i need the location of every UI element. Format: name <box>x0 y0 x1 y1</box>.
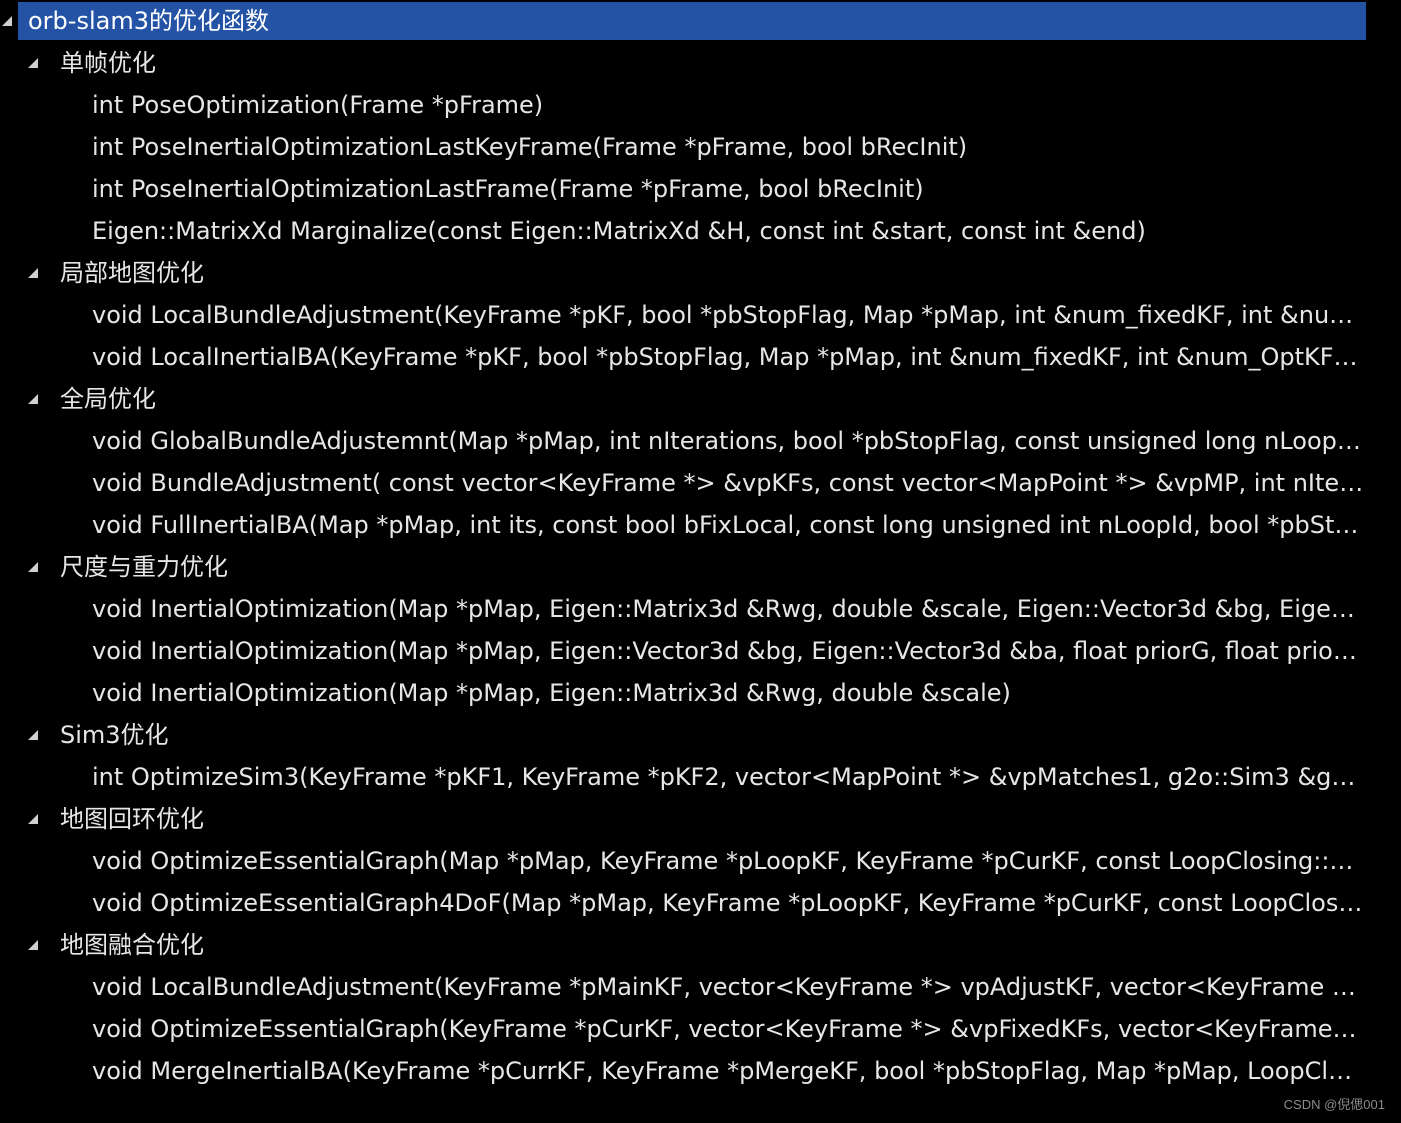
tree-leaf-node[interactable]: void BundleAdjustment( const vector<KeyF… <box>0 462 1401 504</box>
tree-leaf-node[interactable]: int PoseInertialOptimizationLastFrame(Fr… <box>0 168 1401 210</box>
tree-leaf-node[interactable]: void GlobalBundleAdjustemnt(Map *pMap, i… <box>0 420 1401 462</box>
tree-leaf-node[interactable]: void OptimizeEssentialGraph4DoF(Map *pMa… <box>0 882 1401 924</box>
expanded-triangle-icon[interactable] <box>26 714 42 756</box>
tree-leaf-label: void OptimizeEssentialGraph4DoF(Map *pMa… <box>92 889 1364 917</box>
tree-group-node[interactable]: Sim3优化 <box>0 714 1401 756</box>
tree-leaf-label: void OptimizeEssentialGraph(Map *pMap, K… <box>92 847 1364 875</box>
tree-group-node[interactable]: 局部地图优化 <box>0 252 1401 294</box>
tree-group-node[interactable]: 地图回环优化 <box>0 798 1401 840</box>
tree-leaf-node[interactable]: void MergeInertialBA(KeyFrame *pCurrKF, … <box>0 1050 1401 1092</box>
tree-leaf-node[interactable]: void InertialOptimization(Map *pMap, Eig… <box>0 588 1401 630</box>
tree-leaf-node[interactable]: void InertialOptimization(Map *pMap, Eig… <box>0 630 1401 672</box>
tree-leaf-label: void InertialOptimization(Map *pMap, Eig… <box>92 679 1011 707</box>
tree-leaf-node[interactable]: int PoseInertialOptimizationLastKeyFrame… <box>0 126 1401 168</box>
tree-leaf-label: void MergeInertialBA(KeyFrame *pCurrKF, … <box>92 1057 1364 1085</box>
tree-leaf-label: void BundleAdjustment( const vector<KeyF… <box>92 469 1364 497</box>
tree-leaf-label: void LocalInertialBA(KeyFrame *pKF, bool… <box>92 343 1364 371</box>
tree-group-node[interactable]: 地图融合优化 <box>0 924 1401 966</box>
tree-leaf-label: int PoseInertialOptimizationLastFrame(Fr… <box>92 175 924 203</box>
tree-leaf-label: void LocalBundleAdjustment(KeyFrame *pKF… <box>92 301 1364 329</box>
expanded-triangle-icon[interactable] <box>26 378 42 420</box>
expanded-triangle-icon[interactable] <box>26 42 42 84</box>
expanded-triangle-icon[interactable] <box>26 924 42 966</box>
tree-leaf-node[interactable]: int PoseOptimization(Frame *pFrame) <box>0 84 1401 126</box>
expanded-triangle-icon[interactable] <box>0 0 18 42</box>
tree-root-label: orb-slam3的优化函数 <box>28 7 269 35</box>
tree-group-label: 全局优化 <box>60 385 156 413</box>
tree-leaf-label: void GlobalBundleAdjustemnt(Map *pMap, i… <box>92 427 1364 455</box>
tree-leaf-label: void LocalBundleAdjustment(KeyFrame *pMa… <box>92 973 1364 1001</box>
tree-group-node[interactable]: 全局优化 <box>0 378 1401 420</box>
expanded-triangle-icon[interactable] <box>26 798 42 840</box>
tree-leaf-node[interactable]: void OptimizeEssentialGraph(Map *pMap, K… <box>0 840 1401 882</box>
tree-group-node[interactable]: 尺度与重力优化 <box>0 546 1401 588</box>
tree-leaf-label: void FullInertialBA(Map *pMap, int its, … <box>92 511 1364 539</box>
tree-leaf-label: Eigen::MatrixXd Marginalize(const Eigen:… <box>92 217 1146 245</box>
tree-group-label: 地图回环优化 <box>60 805 204 833</box>
tree-root-node[interactable]: orb-slam3的优化函数 <box>0 0 1401 42</box>
tree-leaf-node[interactable]: void OptimizeEssentialGraph(KeyFrame *pC… <box>0 1008 1401 1050</box>
tree-leaf-label: int OptimizeSim3(KeyFrame *pKF1, KeyFram… <box>92 763 1364 791</box>
tree-leaf-node[interactable]: void LocalBundleAdjustment(KeyFrame *pMa… <box>0 966 1401 1008</box>
expanded-triangle-icon[interactable] <box>26 546 42 588</box>
tree-group-label: 局部地图优化 <box>60 259 204 287</box>
tree-leaf-node[interactable]: void LocalBundleAdjustment(KeyFrame *pKF… <box>0 294 1401 336</box>
tree-group-label: 单帧优化 <box>60 49 156 77</box>
outline-tree: orb-slam3的优化函数 单帧优化 int PoseOptimization(… <box>0 0 1401 1092</box>
tree-leaf-node[interactable]: int OptimizeSim3(KeyFrame *pKF1, KeyFram… <box>0 756 1401 798</box>
tree-leaf-node[interactable]: Eigen::MatrixXd Marginalize(const Eigen:… <box>0 210 1401 252</box>
watermark: CSDN @倪偲001 <box>1283 1097 1385 1112</box>
tree-leaf-node[interactable]: void InertialOptimization(Map *pMap, Eig… <box>0 672 1401 714</box>
tree-group-label: 尺度与重力优化 <box>60 553 228 581</box>
tree-group-label: Sim3优化 <box>60 721 169 749</box>
tree-leaf-label: void OptimizeEssentialGraph(KeyFrame *pC… <box>92 1015 1364 1043</box>
tree-leaf-label: void InertialOptimization(Map *pMap, Eig… <box>92 637 1364 665</box>
tree-group-label: 地图融合优化 <box>60 931 204 959</box>
expanded-triangle-icon[interactable] <box>26 252 42 294</box>
tree-leaf-label: void InertialOptimization(Map *pMap, Eig… <box>92 595 1364 623</box>
tree-leaf-node[interactable]: void FullInertialBA(Map *pMap, int its, … <box>0 504 1401 546</box>
tree-leaf-label: int PoseOptimization(Frame *pFrame) <box>92 91 544 119</box>
tree-group-node[interactable]: 单帧优化 <box>0 42 1401 84</box>
tree-leaf-label: int PoseInertialOptimizationLastKeyFrame… <box>92 133 968 161</box>
tree-leaf-node[interactable]: void LocalInertialBA(KeyFrame *pKF, bool… <box>0 336 1401 378</box>
